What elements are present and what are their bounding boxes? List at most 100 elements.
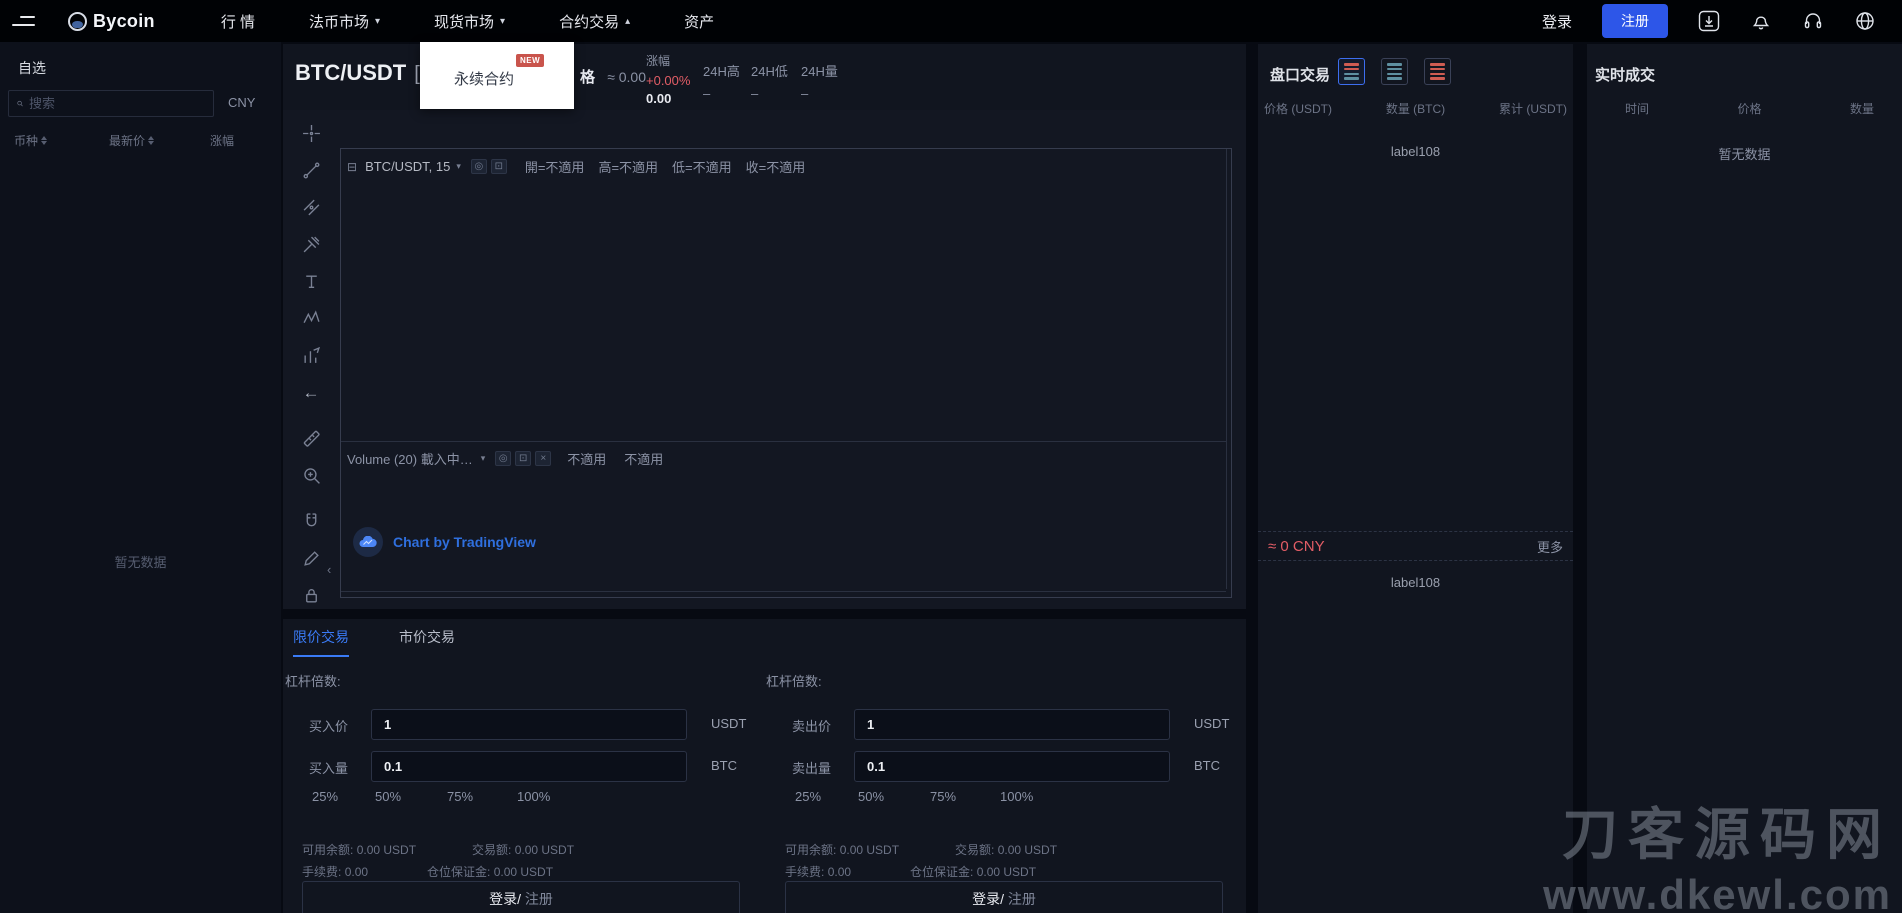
pane-collapse-icon[interactable]: ⊟ — [347, 160, 357, 174]
chevron-down-icon: ▾ — [500, 15, 506, 27]
nav-item-assets[interactable]: 资产 — [684, 11, 714, 32]
tool-arrow-back-icon[interactable]: ← — [296, 377, 326, 407]
buy-amount-label: 买入量 — [309, 761, 349, 776]
column-header-change[interactable]: 涨幅 — [210, 132, 234, 149]
buy-percent-50[interactable]: 50% — [375, 789, 447, 804]
contract-dropdown: 永续合约 NEW — [420, 42, 574, 109]
legend-settings-icon[interactable]: ⊡ — [490, 159, 507, 174]
volume-legend: Volume (20) 載入中… ▾ ◎ ⊡ × 不適用 不適用 — [347, 449, 663, 468]
info-value: 0.00 USDT — [997, 843, 1058, 857]
nav-item-market[interactable]: 行 情 — [221, 11, 255, 32]
pane-divider[interactable] — [341, 441, 1226, 442]
more-link[interactable]: 更多 — [1537, 537, 1563, 556]
trades-panel: 实时成交 时间 价格 数量 暂无数据 — [1587, 44, 1902, 913]
sell-price-input[interactable] — [854, 709, 1170, 740]
orderbook-view-switcher — [1338, 58, 1451, 85]
price-axis[interactable] — [1226, 149, 1227, 589]
toolbar-collapse-handle[interactable]: ‹ — [327, 562, 331, 577]
sell-percent-25[interactable]: 25% — [795, 789, 858, 804]
tool-pencil-icon[interactable] — [296, 543, 326, 573]
menu-item-perpetual[interactable]: 永续合约 — [454, 68, 514, 89]
view-asks-icon[interactable] — [1424, 58, 1451, 85]
stat-value: – — [801, 86, 809, 101]
buy-price-input[interactable] — [371, 709, 687, 740]
trades-title: 实时成交 — [1595, 67, 1656, 84]
register-button[interactable]: 注册 — [1602, 4, 1668, 38]
brand-logo[interactable]: Bycoin — [68, 11, 155, 32]
hamburger-menu-icon[interactable] — [12, 16, 38, 26]
buy-available-balance: 可用余额: 0.00 USDT — [302, 841, 416, 858]
ohlc-values: 開=不適用 高=不適用 低=不適用 收=不適用 — [525, 157, 805, 176]
tool-crosshair-icon[interactable] — [296, 118, 326, 148]
language-globe-icon[interactable] — [1854, 10, 1876, 32]
nav-item-fiat[interactable]: 法币市场 ▾ — [309, 11, 380, 32]
sell-available-balance: 可用余额: 0.00 USDT — [785, 841, 899, 858]
info-label: 交易额: — [955, 843, 995, 857]
tradingview-logo-icon — [353, 527, 383, 557]
tool-xabcd-pattern-icon[interactable] — [296, 303, 326, 333]
time-axis[interactable] — [341, 591, 1226, 592]
buy-amount-input[interactable] — [371, 751, 687, 782]
volume-eye-icon[interactable]: ◎ — [495, 451, 512, 466]
info-value: 0.00 USDT — [976, 865, 1037, 879]
currency-selector[interactable]: CNY — [228, 95, 255, 110]
pair-title: BTC/USDT [ — [295, 60, 420, 86]
sell-amount-input[interactable] — [854, 751, 1170, 782]
nav-label: 现货市场 — [434, 13, 495, 31]
tradingview-attribution[interactable]: Chart by TradingView — [353, 527, 536, 557]
chevron-down-icon[interactable]: ▾ — [481, 453, 486, 464]
tool-parallel-channel-icon[interactable] — [296, 192, 326, 222]
volume-settings-icon[interactable]: ⊡ — [515, 451, 532, 466]
buy-percent-75[interactable]: 75% — [447, 789, 517, 804]
tool-zoom-in-icon[interactable] — [296, 460, 326, 490]
sell-login-register-button[interactable]: 登录/ 注册 — [785, 881, 1223, 913]
column-header-symbol[interactable]: 币种 — [14, 132, 48, 149]
buy-form: 杠杆倍数: 买入价 USDT 买入量 BTC 25% 50% 75% 100% … — [283, 619, 763, 913]
tab-favorites[interactable]: 自选 — [18, 58, 46, 78]
tool-trend-line-icon[interactable] — [296, 155, 326, 185]
nav-label: 法币市场 — [308, 13, 369, 31]
login-link[interactable]: 登录 — [1542, 11, 1572, 32]
tool-lock-icon[interactable] — [296, 580, 326, 610]
orderbook-mid-row: ≈ 0 CNY 更多 — [1258, 531, 1573, 561]
notification-bell-icon[interactable] — [1750, 10, 1772, 32]
buy-percent-100[interactable]: 100% — [517, 789, 550, 804]
buy-price-unit: USDT — [711, 716, 747, 731]
legend-eye-icon[interactable]: ◎ — [470, 159, 487, 174]
sell-margin: 仓位保证金: 0.00 USDT — [910, 863, 1036, 880]
buy-login-register-button[interactable]: 登录/ 注册 — [302, 881, 740, 913]
download-app-icon[interactable] — [1698, 10, 1720, 32]
nav-label: 资产 — [684, 13, 715, 31]
leverage-label: 杠杆倍数: — [285, 674, 341, 689]
view-bids-icon[interactable] — [1381, 58, 1408, 85]
nav-item-contract[interactable]: 合约交易 ▴ — [559, 11, 630, 32]
volume-label[interactable]: Volume (20) 載入中… — [347, 449, 473, 468]
view-both-icon[interactable] — [1338, 58, 1365, 85]
chevron-down-icon[interactable]: ▾ — [456, 161, 461, 172]
legend-symbol[interactable]: BTC/USDT, 15 — [365, 159, 450, 174]
chart-legend: ⊟ BTC/USDT, 15 ▾ ◎ ⊡ 開=不適用 高=不適用 低=不適用 收… — [347, 157, 805, 176]
sell-percent-100[interactable]: 100% — [1000, 789, 1033, 804]
trades-columns: 时间 价格 数量 — [1587, 100, 1902, 117]
stat-24h-high: 24H高 – — [703, 61, 740, 101]
info-label: 交易额: — [472, 843, 512, 857]
volume-delete-icon[interactable]: × — [535, 451, 552, 466]
sell-percent-50[interactable]: 50% — [858, 789, 930, 804]
tool-ruler-icon[interactable] — [296, 423, 326, 453]
login-text: 登录/ — [489, 891, 521, 907]
column-amount: 数量 (BTC) — [1385, 102, 1446, 116]
change-value: 0.00 — [646, 91, 672, 106]
tool-text-icon[interactable] — [296, 266, 326, 296]
search-input[interactable] — [29, 96, 205, 111]
tool-forecast-icon[interactable] — [296, 340, 326, 370]
watchlist-empty-state: 暂无数据 — [114, 555, 167, 570]
sell-percent-75[interactable]: 75% — [930, 789, 1000, 804]
price-chart[interactable]: ⊟ BTC/USDT, 15 ▾ ◎ ⊡ 開=不適用 高=不適用 低=不適用 收… — [340, 148, 1232, 598]
tool-pitchfork-icon[interactable] — [296, 229, 326, 259]
column-header-last-price[interactable]: 最新价 — [109, 132, 155, 149]
support-headset-icon[interactable] — [1802, 10, 1824, 32]
new-badge: NEW — [516, 54, 545, 67]
buy-percent-25[interactable]: 25% — [312, 789, 375, 804]
nav-item-spot[interactable]: 现货市场 ▾ — [434, 11, 505, 32]
tool-magnet-icon[interactable] — [296, 506, 326, 536]
